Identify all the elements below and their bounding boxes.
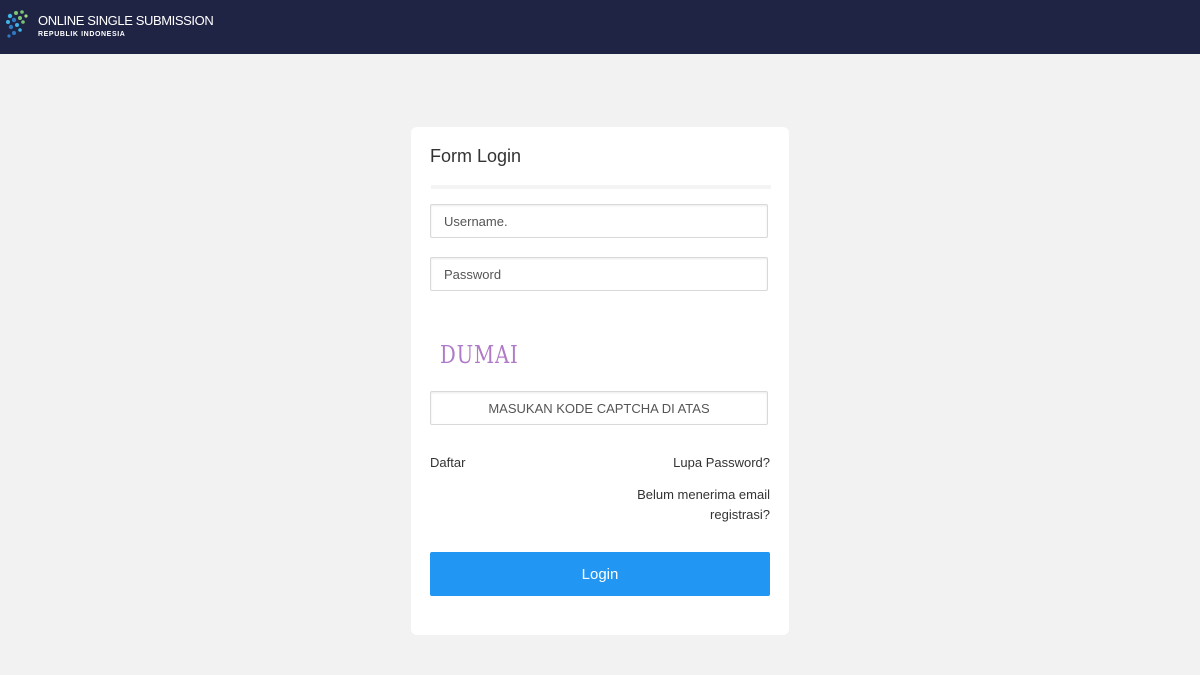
username-input[interactable] xyxy=(430,204,768,238)
password-input[interactable] xyxy=(430,257,768,291)
form-title: Form Login xyxy=(430,146,522,166)
oss-logo-icon xyxy=(6,10,28,38)
top-navbar: ONLINE SINGLE SUBMISSION REPUBLIK INDONE… xyxy=(0,0,1200,54)
captcha-image: DUMAI xyxy=(440,341,519,369)
logo-title: ONLINE SINGLE SUBMISSION xyxy=(38,13,214,28)
title-divider xyxy=(431,185,771,189)
logo-subtitle: REPUBLIK INDONESIA xyxy=(38,31,126,38)
resend-registration-email-link[interactable]: Belum menerima email registrasi? xyxy=(600,485,770,525)
captcha-input[interactable] xyxy=(430,391,768,425)
login-card: Form Login DUMAI Daftar Lupa Password? B… xyxy=(411,127,789,635)
login-button[interactable]: Login xyxy=(430,552,770,596)
forgot-password-link[interactable]: Lupa Password? xyxy=(673,455,770,470)
register-link[interactable]: Daftar xyxy=(430,455,465,470)
